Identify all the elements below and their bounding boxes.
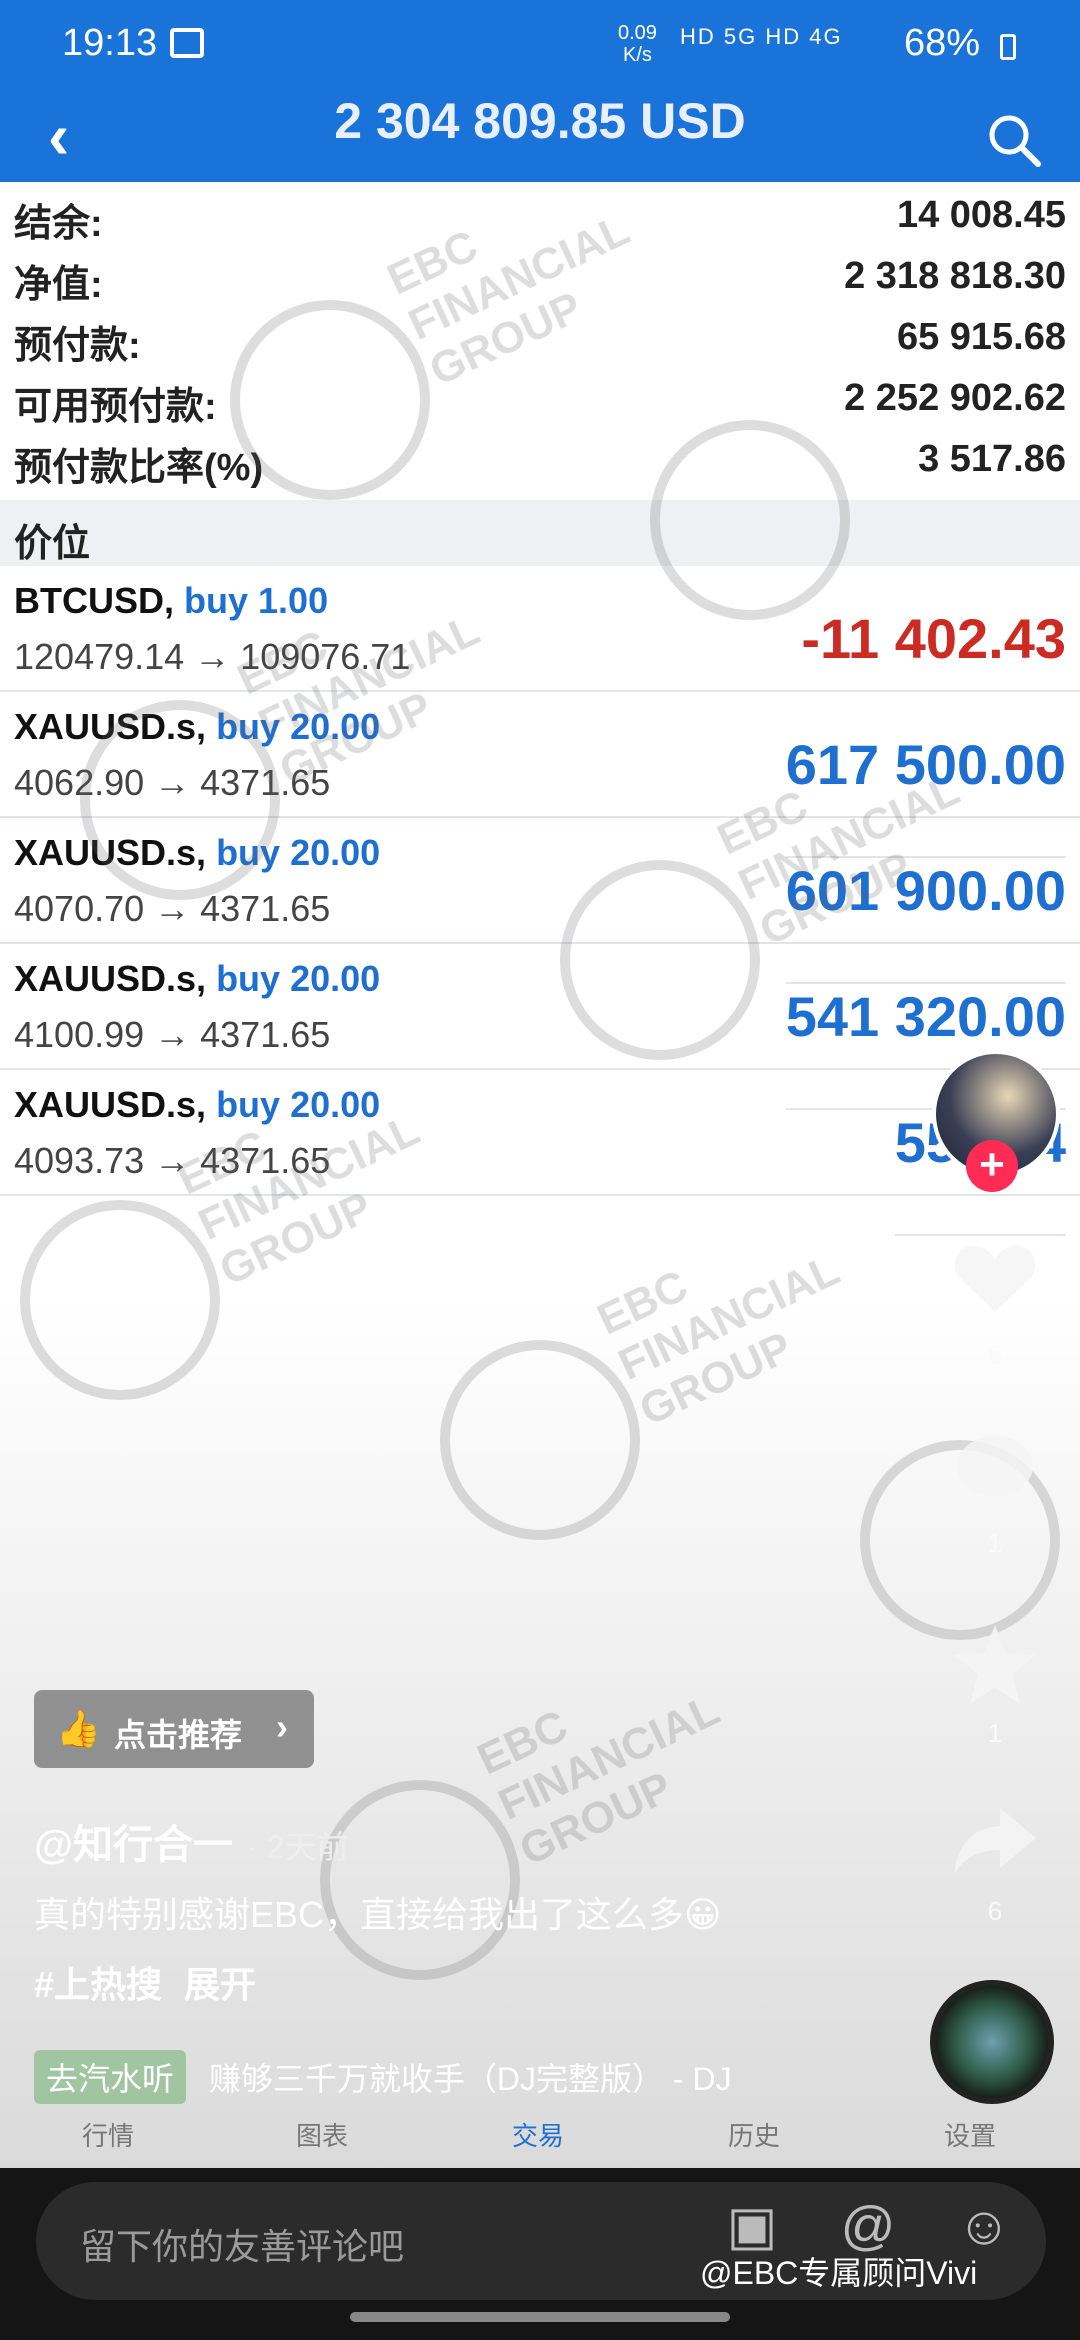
account-row-equity: 净值: 2 318 818.30 <box>0 243 1080 306</box>
position-symbol: XAUUSD.s, <box>14 706 207 747</box>
account-label: 净值: <box>14 264 103 306</box>
account-row-margin: 预付款: 65 915.68 <box>0 304 1080 367</box>
hashtag-link[interactable]: #上热搜 <box>34 1964 162 2005</box>
position-row[interactable]: XAUUSD.s, buy 20.00 4093.73 → 4371.65 55… <box>0 1070 1080 1236</box>
signal-icons: HD 5G HD 4G <box>680 24 843 49</box>
position-row[interactable]: XAUUSD.s, buy 20.00 4062.90 → 4371.65 61… <box>0 692 1080 858</box>
tab-history[interactable]: 历史 <box>694 2116 814 2153</box>
position-row[interactable]: XAUUSD.s, buy 20.00 4070.70 → 4371.65 60… <box>0 818 1080 984</box>
comment-count: 1 <box>987 1528 1003 1558</box>
account-row-margin-level: 预付款比率(%) 3 517.86 <box>0 426 1080 489</box>
net-speed-unit: K/s <box>623 44 652 66</box>
account-label: 预付款: <box>14 325 141 367</box>
account-value: 65 915.68 <box>896 316 1066 358</box>
position-side: buy 20.00 <box>216 958 381 999</box>
account-value: 14 008.45 <box>896 194 1066 236</box>
position-symbol: XAUUSD.s, <box>14 958 207 999</box>
music-bar[interactable]: 去汽水听 赚够三千万就收手（DJ完整版） - DJ <box>34 2050 934 2104</box>
battery-percent: 68% <box>904 22 981 64</box>
home-indicator <box>350 2312 730 2322</box>
author-name[interactable]: @知行合一 <box>34 1823 233 1867</box>
tab-settings[interactable]: 设置 <box>910 2116 1030 2153</box>
hashtags-line: #上热搜 展开 <box>34 1956 256 2008</box>
account-row-free-margin: 可用预付款: 2 252 902.62 <box>0 365 1080 428</box>
position-profit: -11 402.43 <box>801 607 1066 670</box>
tab-trade[interactable]: 交易 <box>478 2116 598 2153</box>
account-row-balance: 结余: 14 008.45 <box>0 182 1080 245</box>
position-side: buy 20.00 <box>216 1084 381 1125</box>
status-bar: 19:13 0.09 K/s HD 5G HD 4G 68% <box>0 0 1080 90</box>
favorite-count: 1 <box>987 1718 1003 1748</box>
net-speed-value: 0.09 <box>618 22 657 44</box>
account-label: 结余: <box>14 203 103 245</box>
recommend-label: 点击推荐 <box>114 1717 243 1753</box>
expand-link[interactable]: 展开 <box>184 1964 256 2005</box>
author-line: @知行合一 · 2天前 <box>34 1812 348 1870</box>
account-value: 2 318 818.30 <box>844 255 1066 297</box>
page-title: 2 304 809.85 USD <box>334 93 746 149</box>
app-bottom-tabs: 行情 图表 交易 历史 设置 <box>0 2100 1080 2164</box>
video-caption: 真的特别感谢EBC，直接给我出了这么多😀 <box>34 1894 722 1935</box>
account-summary: 结余: 14 008.45 净值: 2 318 818.30 预付款: 65 9… <box>0 182 1080 489</box>
heart-icon[interactable] <box>950 1240 1040 1320</box>
position-row[interactable]: BTCUSD, buy 1.00 120479.14 → 109076.71 -… <box>0 566 1080 692</box>
follow-plus-icon[interactable]: + <box>966 1140 1018 1192</box>
watermark-credit: @EBC专属顾问Vivi <box>700 2255 978 2291</box>
position-symbol: XAUUSD.s, <box>14 832 207 873</box>
position-row[interactable]: XAUUSD.s, buy 20.00 4100.99 → 4371.65 54… <box>0 944 1080 1110</box>
tab-charts[interactable]: 图表 <box>262 2116 382 2153</box>
section-title: 价位 <box>14 523 91 565</box>
position-prices: 4093.73 → 4371.65 <box>14 1140 331 1181</box>
battery-icon <box>1000 34 1016 60</box>
account-value: 2 252 902.62 <box>844 377 1066 419</box>
section-header: 价位 <box>0 500 1080 566</box>
status-time: 19:13 <box>62 22 158 64</box>
search-icon[interactable] <box>984 110 1044 170</box>
position-prices: 4062.90 → 4371.65 <box>14 762 331 803</box>
account-value: 3 517.86 <box>918 438 1066 480</box>
account-label: 可用预付款: <box>14 386 217 428</box>
position-side: buy 20.00 <box>216 832 381 873</box>
comment-icon[interactable] <box>950 1430 1040 1510</box>
chevron-right-icon: › <box>276 1706 288 1747</box>
position-prices: 4100.99 → 4371.65 <box>14 1014 331 1055</box>
star-icon[interactable] <box>950 1620 1040 1710</box>
gallery-notification-icon <box>170 28 204 58</box>
position-symbol: BTCUSD, <box>14 580 174 621</box>
thumbs-up-icon: 👍 <box>56 1708 101 1749</box>
post-time: · 2天前 <box>247 1829 349 1865</box>
app-header: ‹ 2 304 809.85 USD <box>0 90 1080 182</box>
position-side: buy 20.00 <box>216 706 381 747</box>
position-prices: 4070.70 → 4371.65 <box>14 888 331 929</box>
comment-placeholder: 留下你的友善评论吧 <box>80 2226 405 2267</box>
music-disc-icon[interactable] <box>930 1980 1054 2104</box>
share-count: 6 <box>987 1896 1003 1926</box>
position-side: buy 1.00 <box>184 580 329 621</box>
account-label: 预付款比率(%) <box>14 447 264 489</box>
tab-quotes[interactable]: 行情 <box>48 2116 168 2153</box>
positions-list: BTCUSD, buy 1.00 120479.14 → 109076.71 -… <box>0 566 1080 1236</box>
music-source-tag[interactable]: 去汽水听 <box>34 2050 187 2104</box>
share-icon[interactable] <box>950 1800 1040 1880</box>
like-count: 6 <box>987 1340 1003 1370</box>
recommend-button[interactable]: 👍 点击推荐 › <box>34 1690 314 1768</box>
net-speed: 0.09 K/s <box>618 22 657 66</box>
music-title: 赚够三千万就收手（DJ完整版） - DJ <box>208 2061 732 2097</box>
position-prices: 120479.14 → 109076.71 <box>14 636 411 677</box>
position-symbol: XAUUSD.s, <box>14 1084 207 1125</box>
